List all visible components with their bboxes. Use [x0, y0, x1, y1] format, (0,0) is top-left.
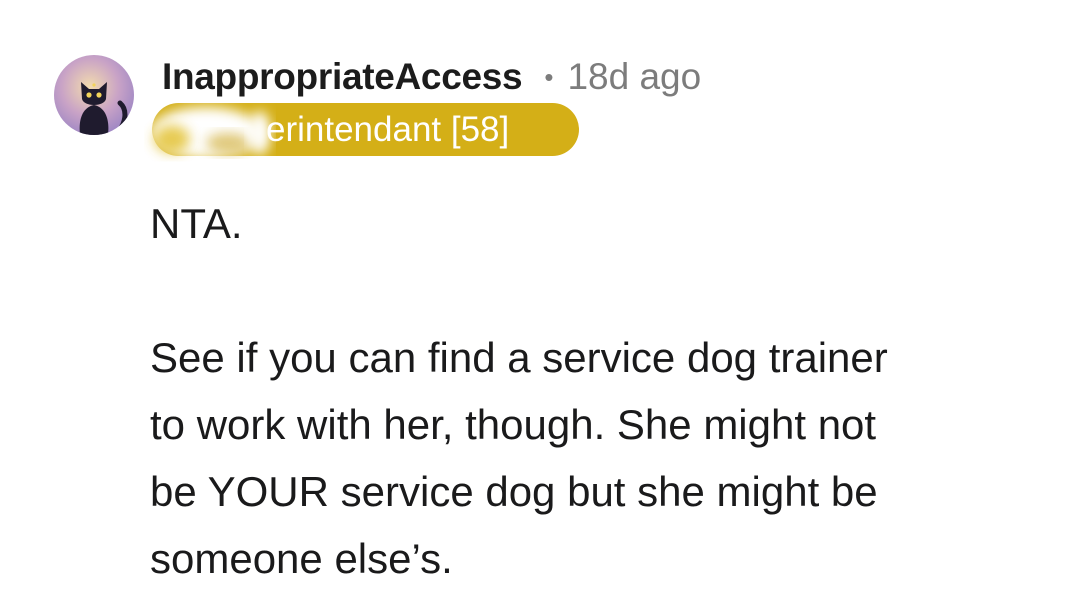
comment-paragraph: NTA. [150, 200, 243, 247]
timestamp[interactable]: 18d ago [567, 56, 701, 98]
username-link[interactable]: InappropriateAccess [162, 56, 523, 98]
separator-dot: • [544, 61, 554, 92]
user-avatar[interactable] [54, 55, 134, 135]
flair-text: erintendant [58] [266, 110, 510, 149]
cat-avatar-icon [54, 55, 134, 135]
redaction-blur [150, 107, 270, 159]
comment-header: InappropriateAccess • 18d ago [162, 52, 701, 102]
comment-body: NTA. See if you can find a service dog t… [150, 190, 1050, 592]
comment-paragraph: See if you can find a service dog traine… [150, 334, 888, 582]
